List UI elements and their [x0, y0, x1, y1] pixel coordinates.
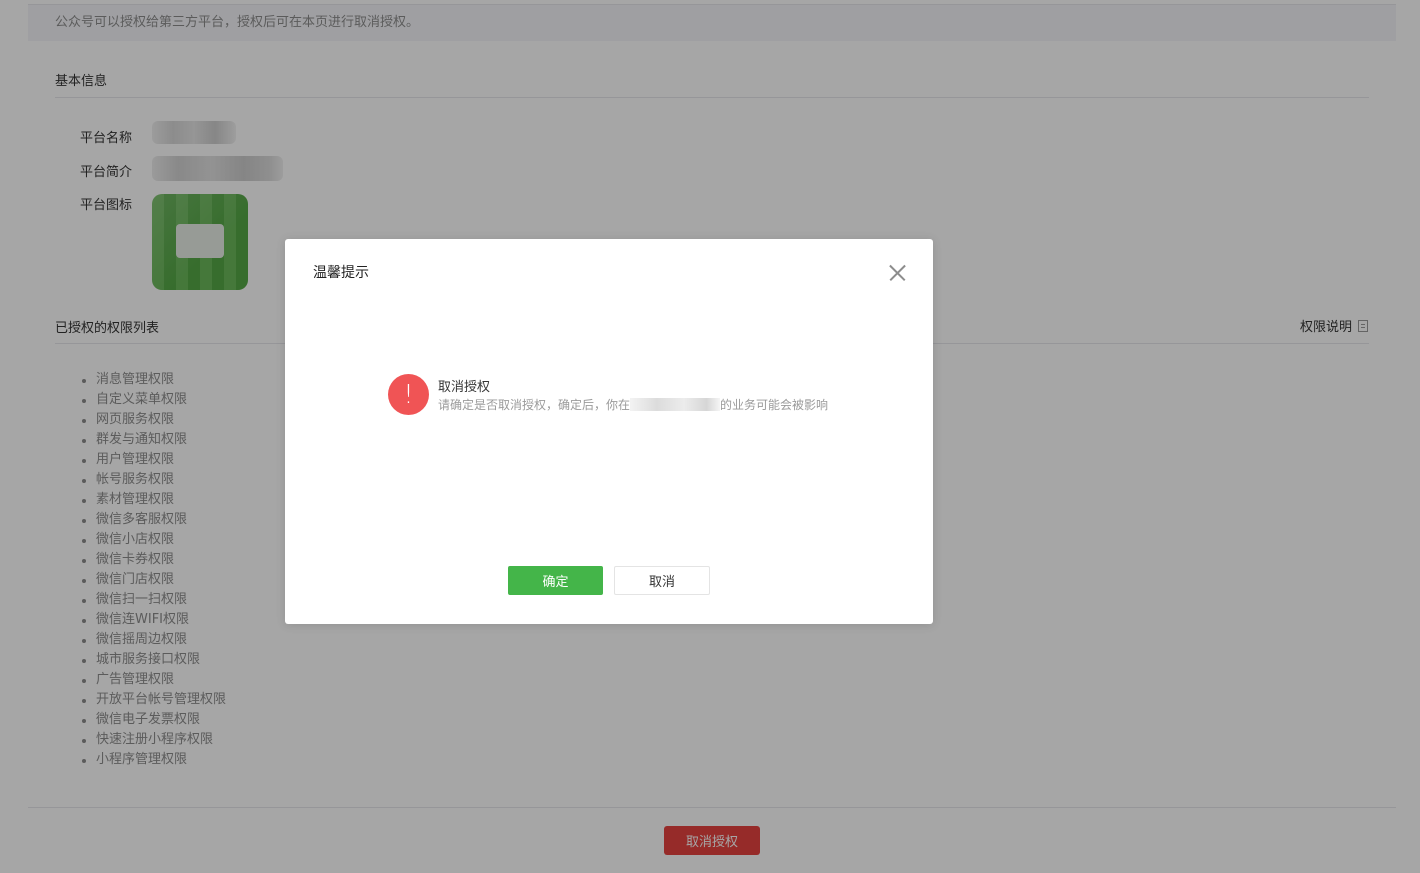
dialog-message-title: 取消授权	[438, 380, 491, 395]
dialog-message: 请确定是否取消授权，确定后，你在 的业务可能会被影响	[438, 396, 828, 413]
dialog-message-suffix: 的业务可能会被影响	[720, 398, 829, 412]
redacted-name	[630, 398, 721, 411]
dialog-message-prefix: 请确定是否取消授权，确定后，你在	[438, 398, 631, 412]
warning-icon: !	[388, 374, 429, 415]
cancel-button[interactable]: 取消	[614, 566, 710, 595]
dialog-title: 温馨提示	[313, 265, 369, 281]
close-icon[interactable]	[889, 265, 905, 281]
confirm-dialog: 温馨提示 ! 取消授权 请确定是否取消授权，确定后，你在 的业务可能会被影响 确定…	[285, 239, 933, 624]
confirm-button[interactable]: 确定	[508, 566, 603, 595]
